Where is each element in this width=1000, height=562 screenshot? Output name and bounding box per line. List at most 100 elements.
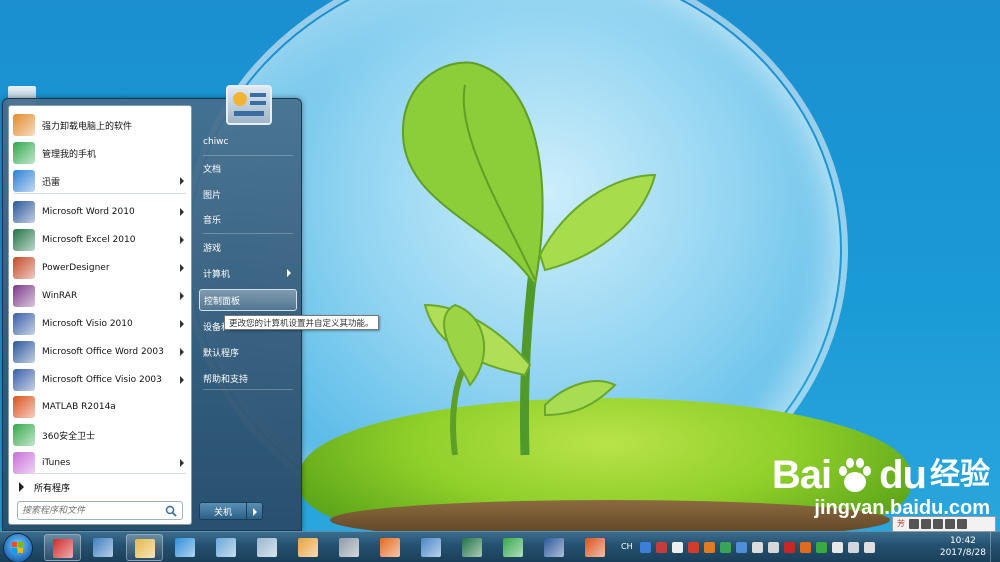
right-pane-separator	[203, 233, 293, 234]
start-menu-link[interactable]: 默认程序	[199, 341, 297, 363]
submenu-arrow-icon	[180, 236, 184, 244]
phone-manager-icon	[13, 142, 35, 164]
volume-icon[interactable]	[768, 542, 779, 553]
ime-icon-4[interactable]	[945, 519, 955, 529]
clock-time: 10:42	[949, 536, 976, 546]
battery-icon[interactable]	[848, 542, 859, 553]
red-app-icon[interactable]	[688, 542, 699, 553]
start-menu-link[interactable]: 音乐	[199, 208, 297, 230]
app-icon[interactable]	[656, 542, 667, 553]
program-item[interactable]: Microsoft Office Word 2003	[10, 339, 190, 365]
submenu-arrow-icon	[180, 320, 184, 328]
document-viewer-icon	[257, 538, 277, 557]
shutdown-options-button[interactable]	[247, 502, 263, 520]
watermark-brand-right: du	[879, 453, 927, 497]
taskbar-app-button[interactable]	[208, 534, 245, 561]
program-item-label: 管理我的手机	[42, 149, 97, 160]
flag-icon[interactable]	[832, 542, 843, 553]
start-menu-link-label: 控制面板	[204, 296, 241, 307]
program-item-label: Microsoft Office Word 2003	[42, 347, 164, 357]
program-item[interactable]: 迅雷	[10, 168, 190, 194]
taskbar-app-button[interactable]	[454, 534, 491, 561]
program-item[interactable]: PowerDesigner	[10, 255, 190, 281]
ime-icon-3[interactable]	[933, 519, 943, 529]
program-item[interactable]: Microsoft Visio 2010	[10, 311, 190, 337]
program-item[interactable]: iTunes	[10, 450, 190, 476]
red-g-app-icon	[53, 539, 73, 558]
start-menu-link-label: 默认程序	[203, 348, 240, 359]
submenu-arrow-icon	[180, 208, 184, 216]
start-menu-link-label: 图片	[203, 190, 222, 201]
thunder-bird-icon	[13, 170, 35, 192]
program-item-label: Microsoft Word 2010	[42, 207, 135, 217]
ime-icon-5[interactable]	[957, 519, 967, 529]
shield-icon[interactable]	[736, 542, 747, 553]
360-tray-icon[interactable]	[816, 542, 827, 553]
program-item[interactable]: 管理我的手机	[10, 140, 190, 166]
ime-icon-1[interactable]	[909, 519, 919, 529]
program-item-label: PowerDesigner	[42, 263, 110, 273]
program-item[interactable]: Microsoft Office Visio 2003	[10, 367, 190, 393]
notes-icon[interactable]	[672, 542, 683, 553]
help-icon[interactable]	[640, 542, 651, 553]
start-menu-link[interactable]: 计算机	[199, 262, 297, 284]
start-menu-link[interactable]: 图片	[199, 183, 297, 205]
shutdown-button[interactable]: 关机	[199, 502, 247, 520]
program-item[interactable]: Microsoft Excel 2010	[10, 227, 190, 253]
program-item-label: 强力卸载电脑上的软件	[42, 121, 133, 132]
firefox-tray-icon[interactable]	[800, 542, 811, 553]
clock[interactable]: 10:42 2017/8/28	[940, 535, 986, 559]
start-menu-link[interactable]: 控制面板	[199, 289, 297, 311]
control-panel-tooltip: 更改您的计算机设置并自定义其功能。	[224, 315, 379, 330]
start-menu-link[interactable]: 游戏	[199, 236, 297, 258]
taskbar-app-button[interactable]	[536, 534, 573, 561]
ime-toolbar[interactable]: 芳	[892, 516, 996, 532]
show-desktop-button[interactable]	[990, 532, 1000, 562]
green-app-icon[interactable]	[720, 542, 731, 553]
program-item[interactable]: 360安全卫士	[10, 422, 190, 448]
start-menu-link[interactable]: 文档	[199, 157, 297, 179]
taskbar-app-button[interactable]	[44, 534, 81, 561]
internet-explorer-icon	[175, 538, 195, 557]
taskbar-app-button[interactable]	[290, 534, 327, 561]
taskbar-app-button[interactable]	[85, 534, 122, 561]
speaker-icon[interactable]	[864, 542, 875, 553]
start-menu-link[interactable]: 帮助和支持	[199, 367, 297, 389]
orange-app-icon[interactable]	[704, 542, 715, 553]
program-item[interactable]: Microsoft Word 2010	[10, 199, 190, 225]
firefox-icon	[380, 538, 400, 557]
search-box	[17, 501, 183, 520]
ime-icon-2[interactable]	[921, 519, 931, 529]
program-item[interactable]: MATLAB R2014a	[10, 394, 190, 420]
all-programs-button[interactable]: 所有程序	[10, 476, 190, 498]
program-item[interactable]: 强力卸载电脑上的软件	[10, 112, 190, 138]
taskbar-app-button[interactable]	[372, 534, 409, 561]
calculator-icon	[339, 538, 359, 557]
search-icon[interactable]	[165, 505, 177, 517]
user-picture[interactable]	[226, 85, 272, 125]
start-menu-link[interactable]: chiwc	[199, 131, 297, 153]
taskbar-app-button[interactable]	[249, 534, 286, 561]
wallpaper-plant	[401, 61, 657, 456]
matlab-icon	[585, 538, 605, 557]
network-icon[interactable]	[752, 542, 763, 553]
search-input[interactable]	[18, 502, 158, 519]
ime-glyph[interactable]: 芳	[895, 518, 907, 530]
start-menu-link-label: 音乐	[203, 215, 222, 226]
word-icon	[13, 201, 35, 223]
taskbar-app-button[interactable]	[577, 534, 614, 561]
start-button[interactable]	[3, 533, 33, 562]
all-programs-label: 所有程序	[34, 483, 71, 494]
taskbar-app-button[interactable]	[167, 534, 204, 561]
network-tool-icon	[421, 538, 441, 557]
red-flag-icon[interactable]	[784, 542, 795, 553]
taskbar-app-button[interactable]	[331, 534, 368, 561]
taskbar-app-button[interactable]	[126, 534, 163, 561]
language-indicator[interactable]: CH	[621, 542, 633, 551]
taskbar-app-button[interactable]	[413, 534, 450, 561]
right-pane-separator	[203, 389, 293, 390]
program-item[interactable]: WinRAR	[10, 283, 190, 309]
taskbar-app-button[interactable]	[495, 534, 532, 561]
start-menu-link-label: 帮助和支持	[203, 374, 249, 385]
uninstall-box-icon	[13, 114, 35, 136]
